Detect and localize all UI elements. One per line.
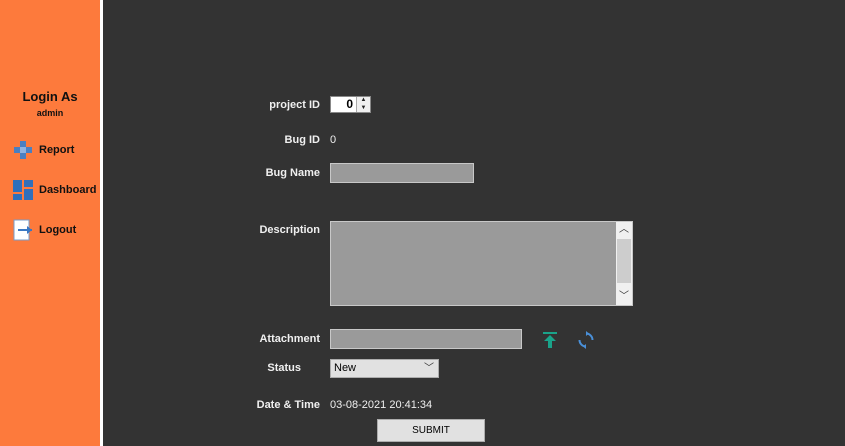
spinner-down-icon[interactable]: ▼ <box>357 105 370 113</box>
refresh-icon[interactable] <box>577 331 595 349</box>
sidebar: Login As admin Report Dashboard Logout <box>0 0 100 446</box>
spinner-arrows[interactable]: ▲ ▼ <box>356 97 370 112</box>
datetime-label: Date & Time <box>256 399 320 411</box>
dashboard-icon <box>12 179 34 201</box>
bug-id-label: Bug ID <box>284 134 320 146</box>
logout-icon <box>12 219 34 241</box>
project-id-label: project ID <box>269 99 320 111</box>
sidebar-item-logout[interactable]: Logout <box>12 219 76 241</box>
project-id-value[interactable]: 0 <box>331 97 356 112</box>
sidebar-item-label: Report <box>39 144 75 156</box>
scroll-up-icon[interactable]: ︿ <box>616 222 632 238</box>
submit-button[interactable]: SUBMIT <box>377 419 485 442</box>
attachment-label: Attachment <box>259 333 320 345</box>
plus-icon <box>12 139 34 161</box>
description-scrollbar[interactable]: ︿ ﹀ <box>616 222 632 305</box>
sidebar-item-report[interactable]: Report <box>12 139 74 161</box>
sidebar-divider <box>100 0 103 446</box>
attachment-input[interactable] <box>330 329 522 349</box>
chevron-down-icon: ﹀ <box>424 363 434 374</box>
project-id-spinner[interactable]: 0 ▲ ▼ <box>330 96 371 113</box>
datetime-value: 03-08-2021 20:41:34 <box>330 399 433 411</box>
bug-name-input[interactable] <box>330 163 474 183</box>
sidebar-item-label: Dashboard <box>39 184 97 196</box>
login-title: Login As <box>22 89 78 104</box>
status-value: New <box>334 362 357 374</box>
scrollbar-thumb[interactable] <box>617 239 631 283</box>
status-select[interactable]: New ﹀ <box>330 359 439 378</box>
scroll-down-icon[interactable]: ﹀ <box>616 289 632 305</box>
sidebar-item-label: Logout <box>39 224 77 236</box>
spinner-up-icon[interactable]: ▲ <box>357 97 370 105</box>
bug-name-label: Bug Name <box>265 167 320 179</box>
description-textarea[interactable]: ︿ ﹀ <box>330 221 633 306</box>
login-user: admin <box>36 108 64 118</box>
sidebar-item-dashboard[interactable]: Dashboard <box>12 179 96 201</box>
status-label: Status <box>267 362 301 374</box>
bug-id-value: 0 <box>330 134 337 146</box>
upload-icon[interactable] <box>541 331 559 349</box>
description-label: Description <box>259 224 320 236</box>
